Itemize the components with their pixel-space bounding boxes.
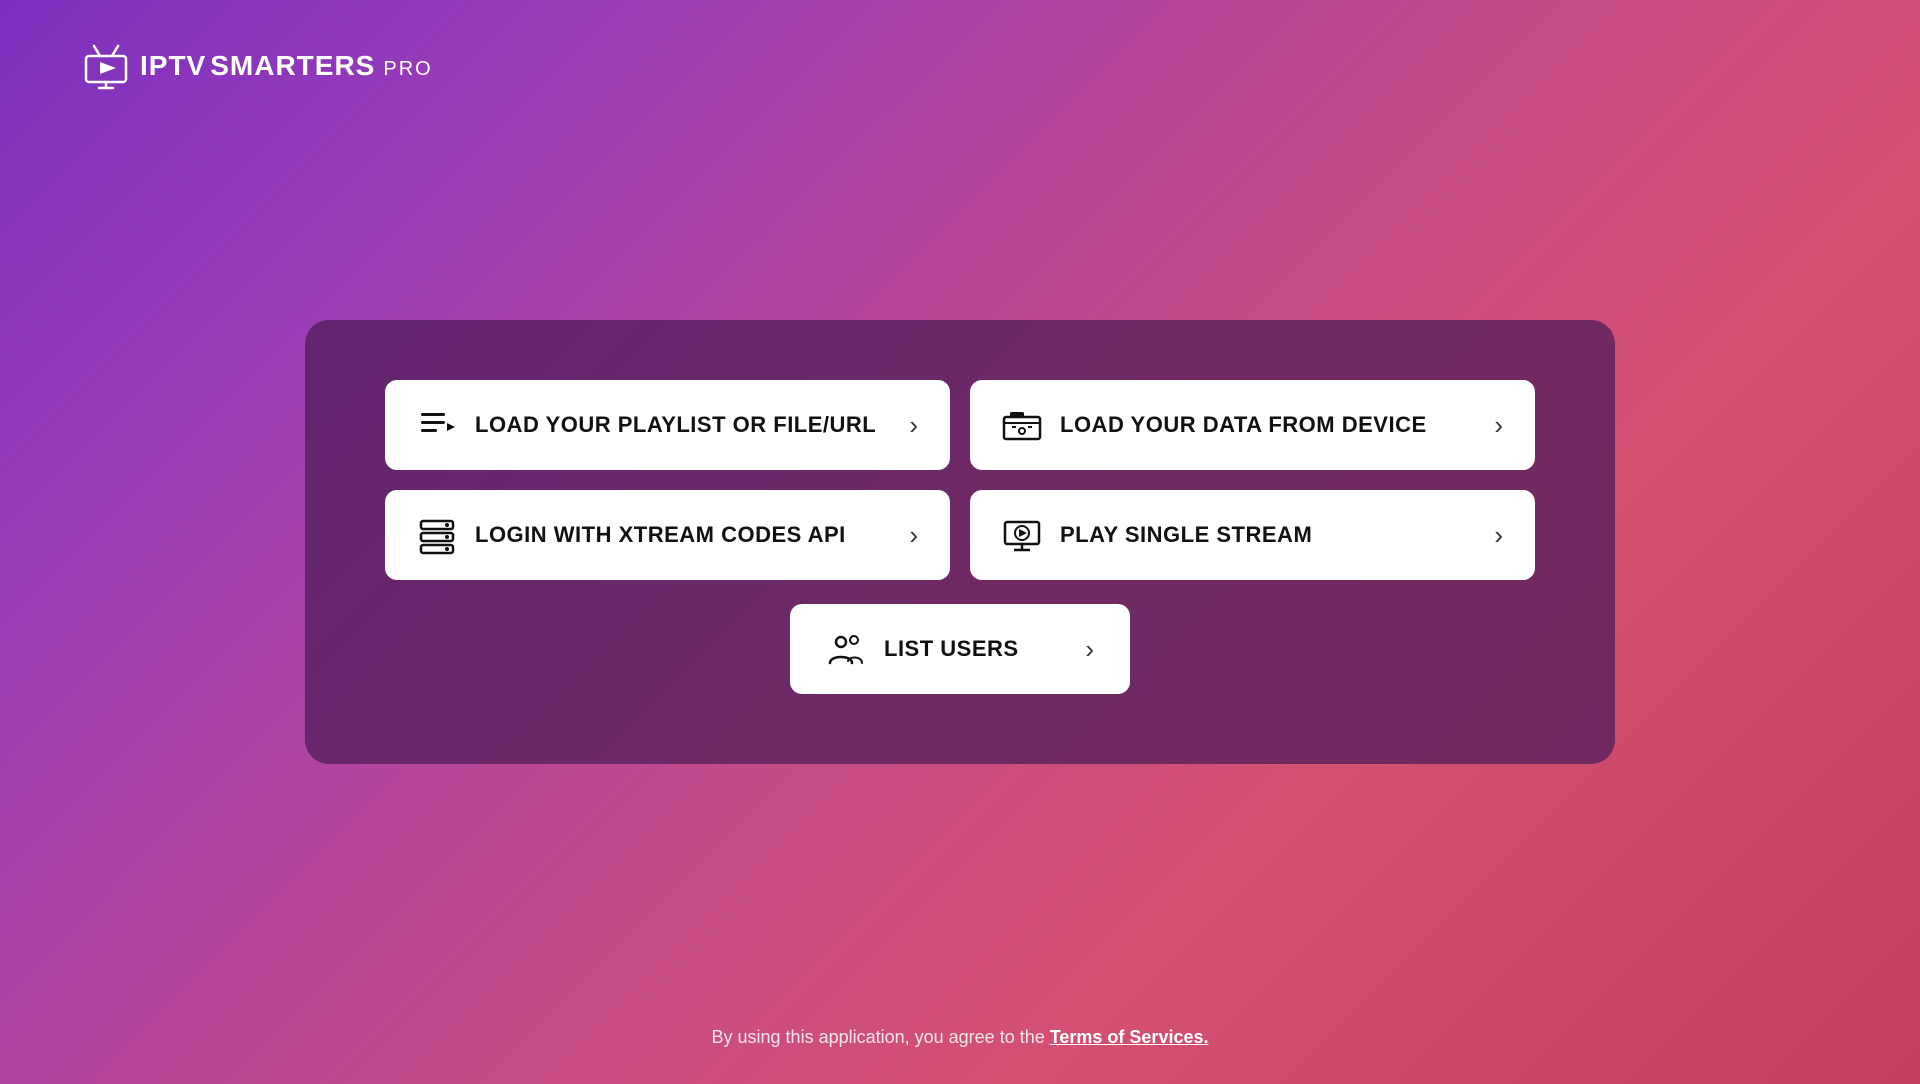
load-playlist-chevron: ›: [909, 410, 918, 441]
logo-iptv-text: IPTV: [140, 50, 206, 82]
load-device-label: LOAD YOUR DATA FROM DEVICE: [1060, 412, 1427, 438]
single-stream-label: PLAY SINGLE STREAM: [1060, 522, 1312, 548]
footer-text: By using this application, you agree to …: [712, 1027, 1050, 1047]
main-card: LOAD YOUR PLAYLIST OR FILE/URL › LOAD YO…: [305, 320, 1615, 764]
xtream-codes-button[interactable]: LOGIN WITH XTREAM CODES API ›: [385, 490, 950, 580]
load-device-chevron: ›: [1494, 410, 1503, 441]
xtream-codes-chevron: ›: [909, 520, 918, 551]
api-icon: [417, 515, 457, 555]
device-icon: [1002, 405, 1042, 445]
terms-link[interactable]: Terms of Services.: [1050, 1027, 1209, 1047]
list-users-chevron: ›: [1085, 634, 1094, 665]
list-users-label: LIST USERS: [884, 636, 1019, 662]
xtream-codes-label: LOGIN WITH XTREAM CODES API: [475, 522, 846, 548]
list-users-button[interactable]: LIST USERS ›: [790, 604, 1130, 694]
stream-icon: [1002, 515, 1042, 555]
users-icon: [826, 629, 866, 669]
load-playlist-label: LOAD YOUR PLAYLIST OR FILE/URL: [475, 412, 876, 438]
logo: IPTV SMARTERS PRO: [80, 40, 433, 92]
logo-icon: [80, 40, 132, 92]
logo-smarters-text: SMARTERS: [210, 50, 375, 82]
single-stream-button[interactable]: PLAY SINGLE STREAM ›: [970, 490, 1535, 580]
playlist-icon: [417, 405, 457, 445]
load-device-button[interactable]: LOAD YOUR DATA FROM DEVICE ›: [970, 380, 1535, 470]
logo-pro-text: PRO: [383, 58, 432, 81]
load-playlist-button[interactable]: LOAD YOUR PLAYLIST OR FILE/URL ›: [385, 380, 950, 470]
single-stream-chevron: ›: [1494, 520, 1503, 551]
footer: By using this application, you agree to …: [0, 1027, 1920, 1048]
logo-text: IPTV SMARTERS PRO: [140, 50, 433, 82]
menu-grid: LOAD YOUR PLAYLIST OR FILE/URL › LOAD YO…: [385, 380, 1535, 580]
